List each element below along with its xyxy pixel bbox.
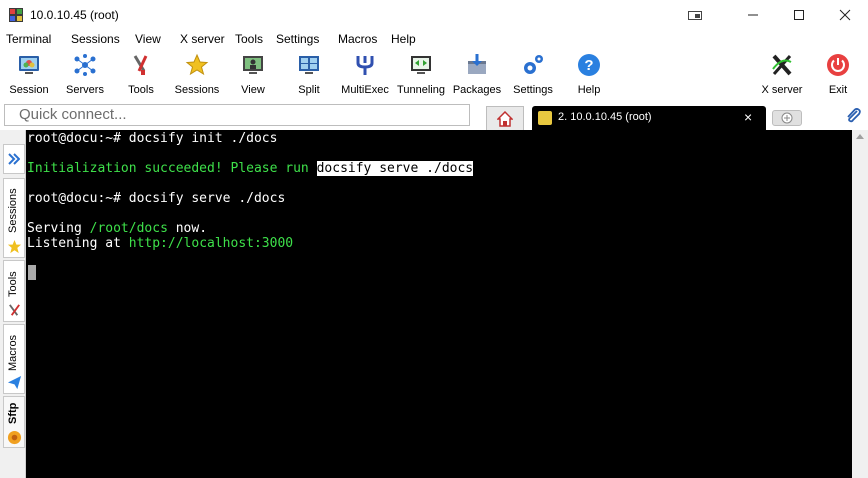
snap-icon[interactable] — [672, 0, 718, 30]
packages-icon — [468, 54, 486, 74]
servers-button[interactable]: Servers — [54, 51, 116, 99]
maximize-button[interactable] — [776, 0, 822, 30]
multiexec-button[interactable]: MultiExec — [334, 51, 396, 99]
tab-bar: Quick connect... 2. 10.0.10.45 (root) × — [0, 101, 868, 130]
tools-icon — [133, 55, 148, 75]
terminal-cursor — [28, 265, 36, 280]
paper-plane-icon — [7, 375, 22, 390]
quick-connect-input[interactable]: Quick connect... — [4, 104, 470, 126]
server-url: http://localhost:3000 — [128, 236, 294, 251]
gears-icon — [524, 55, 543, 74]
selected-text: docsify serve ./docs — [316, 161, 474, 176]
menu-settings[interactable]: Settings — [276, 32, 319, 46]
tools-icon — [9, 304, 20, 316]
menu-view[interactable]: View — [135, 32, 161, 46]
menu-tools[interactable]: Tools — [235, 32, 263, 46]
x-server-icon — [772, 54, 792, 76]
menu-macros[interactable]: Macros — [338, 32, 377, 46]
app-icon — [9, 8, 23, 22]
menu-help[interactable]: Help — [391, 32, 416, 46]
split-icon — [299, 56, 319, 74]
terminal-output[interactable]: root@docu:~# docsify init ./docs Initial… — [26, 130, 852, 478]
sftp-icon — [7, 430, 22, 445]
mobaxterm-window: 10.0.10.45 (root) Terminal Sessions View… — [0, 0, 868, 478]
close-button[interactable] — [822, 0, 868, 30]
packages-button[interactable]: Packages — [446, 51, 508, 99]
tab-session-2[interactable]: 2. 10.0.10.45 (root) × — [532, 106, 766, 130]
home-tab[interactable] — [486, 106, 524, 130]
side-panel: Sessions Tools Macros Sftp — [0, 130, 26, 478]
paperclip-icon[interactable] — [844, 107, 862, 125]
terminal-line: Initialization succeeded! Please run doc… — [27, 161, 474, 176]
sidebar-tab-macros[interactable]: Macros — [3, 324, 25, 394]
plus-icon — [781, 112, 793, 124]
minimize-button[interactable] — [730, 0, 776, 30]
tab-close-icon[interactable]: × — [744, 109, 752, 125]
terminal-line: root@docu:~# docsify serve ./docs — [27, 191, 286, 206]
menu-bar: Terminal Sessions View X server Tools Se… — [0, 30, 868, 49]
view-button[interactable]: View — [222, 51, 284, 99]
sidebar-toggle[interactable] — [3, 144, 25, 174]
star-icon — [7, 239, 22, 254]
terminal-scrollbar[interactable] — [852, 130, 868, 478]
sessions-button[interactable]: Sessions — [166, 51, 228, 99]
view-icon — [243, 56, 263, 74]
help-button[interactable]: ? Help — [558, 51, 620, 99]
x-server-button[interactable]: X server — [751, 51, 813, 99]
new-tab-button[interactable] — [772, 110, 802, 126]
split-button[interactable]: Split — [278, 51, 340, 99]
power-icon — [827, 54, 849, 76]
menu-x-server[interactable]: X server — [180, 32, 225, 46]
terminal-line: root@docu:~# docsify init ./docs — [27, 131, 278, 146]
tunneling-button[interactable]: Tunneling — [390, 51, 452, 99]
svg-text:?: ? — [584, 57, 593, 74]
session-icon — [19, 56, 39, 74]
exit-button[interactable]: Exit — [807, 51, 868, 99]
scroll-up-icon[interactable] — [856, 134, 864, 139]
terminal-line: Listening at http://localhost:3000 — [27, 236, 294, 251]
settings-button[interactable]: Settings — [502, 51, 564, 99]
terminal-line: Serving /root/docs now. — [27, 221, 208, 236]
star-icon — [185, 53, 209, 76]
servers-icon — [74, 54, 96, 76]
menu-sessions[interactable]: Sessions — [71, 32, 120, 46]
help-icon: ? — [578, 54, 600, 76]
menu-terminal[interactable]: Terminal — [6, 32, 51, 46]
ssh-session-icon — [538, 111, 552, 125]
sidebar-tab-tools[interactable]: Tools — [3, 260, 25, 322]
multiexec-icon — [356, 56, 374, 75]
tools-button[interactable]: Tools — [110, 51, 172, 99]
home-icon — [497, 110, 513, 127]
tunneling-icon — [411, 56, 431, 74]
double-chevron-right-icon — [8, 153, 20, 165]
toolbar: Session Servers Tools Sessions View Spli… — [0, 49, 868, 101]
sidebar-tab-sftp[interactable]: Sftp — [3, 396, 25, 448]
sidebar-tab-sessions[interactable]: Sessions — [3, 178, 25, 258]
window-title: 10.0.10.45 (root) — [30, 8, 119, 22]
session-button[interactable]: Session — [0, 51, 60, 99]
title-bar: 10.0.10.45 (root) — [0, 0, 868, 30]
